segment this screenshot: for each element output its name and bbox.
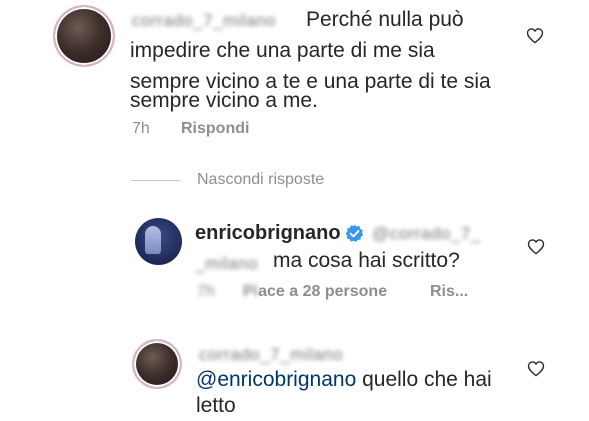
- comment-text: sempre vicino a me.: [130, 85, 318, 116]
- comment-text-line: impedire che una parte di me sia: [130, 39, 435, 62]
- comment-username[interactable]: corrado_7_milano: [132, 11, 276, 31]
- replies-divider: [131, 180, 180, 181]
- reply-text-rest: quello che hai: [356, 368, 492, 391]
- comment-text-line: Perché nulla può: [306, 8, 464, 31]
- likes-text: ace a 28 persone: [258, 283, 388, 300]
- avatar-figure: [145, 226, 161, 254]
- heart-icon: [527, 239, 545, 255]
- reply-username[interactable]: enricobrignano: [195, 222, 341, 245]
- reply-text: letto: [196, 390, 236, 421]
- mention-link[interactable]: @corrado_7_: [372, 224, 481, 244]
- avatar[interactable]: [132, 339, 182, 389]
- comment-text-line: sempre vicino a me.: [130, 89, 318, 112]
- verified-badge-icon: [345, 224, 364, 243]
- avatar[interactable]: [53, 5, 115, 67]
- reply-text: @enricobrignano quello che hai: [196, 364, 492, 395]
- comment-text: Perché nulla può: [306, 4, 464, 35]
- reply-text-line: letto: [196, 394, 236, 417]
- likes-count[interactable]: Piace a 28 persone: [243, 283, 387, 301]
- hide-replies-button[interactable]: Nascondi risposte: [197, 171, 324, 189]
- heart-icon: [527, 361, 545, 377]
- like-button[interactable]: [527, 238, 545, 255]
- reply-time: 7h: [197, 283, 215, 300]
- avatar[interactable]: [135, 218, 182, 265]
- mention-link[interactable]: _milano: [195, 254, 258, 274]
- comment-text: impedire che una parte di me sia: [130, 35, 435, 66]
- reply-button[interactable]: Ris...: [430, 283, 468, 301]
- like-button[interactable]: [527, 360, 545, 377]
- heart-icon: [526, 28, 544, 44]
- mention-link[interactable]: @enricobrignano: [196, 368, 356, 391]
- comment-time: 7h: [132, 120, 150, 137]
- likes-prefix: Pi: [243, 283, 259, 300]
- reply-text: ma cosa hai scritto?: [273, 249, 460, 272]
- reply-button[interactable]: Rispondi: [181, 120, 249, 138]
- reply-username[interactable]: corrado_7_milano: [199, 345, 343, 365]
- like-button[interactable]: [526, 27, 544, 44]
